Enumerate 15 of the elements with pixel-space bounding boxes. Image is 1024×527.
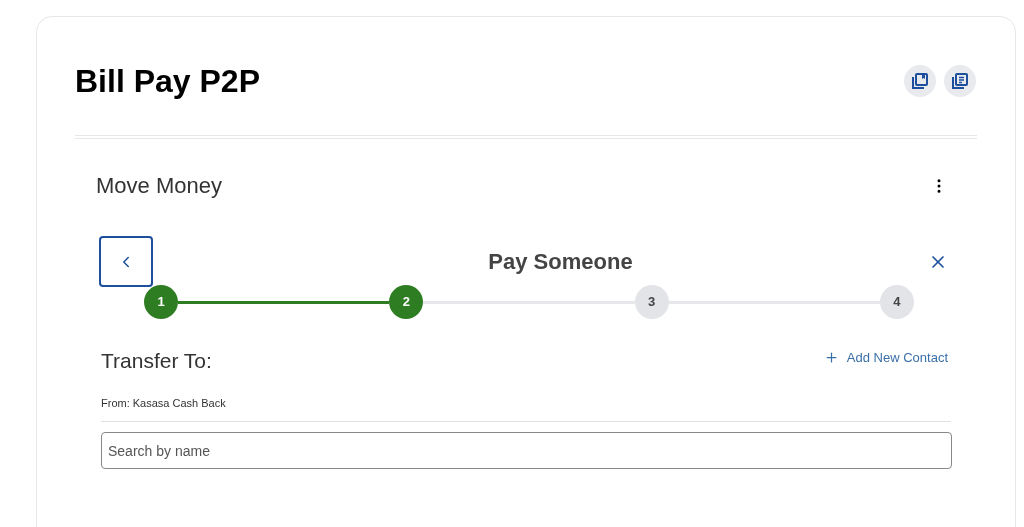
page-title: Bill Pay P2P — [75, 62, 260, 101]
step-indicator: 2 — [389, 285, 424, 319]
wizard-title: Pay Someone — [488, 248, 633, 276]
search-field[interactable]: Search by name — [101, 432, 952, 469]
section-title: Move Money — [96, 172, 222, 200]
bookmark-icon[interactable] — [904, 65, 936, 97]
back-button[interactable] — [99, 236, 153, 287]
step-indicator: 3 — [634, 285, 669, 319]
plus-icon — [823, 350, 839, 366]
document-icon[interactable] — [944, 65, 976, 97]
add-contact-link[interactable]: Add New Contact — [823, 348, 948, 368]
transfer-heading: Transfer To: — [101, 348, 212, 374]
step-indicator: 1 — [144, 285, 178, 319]
step-indicator: 4 — [880, 285, 914, 319]
from-account: From: Kasasa Cash Back — [100, 395, 227, 411]
